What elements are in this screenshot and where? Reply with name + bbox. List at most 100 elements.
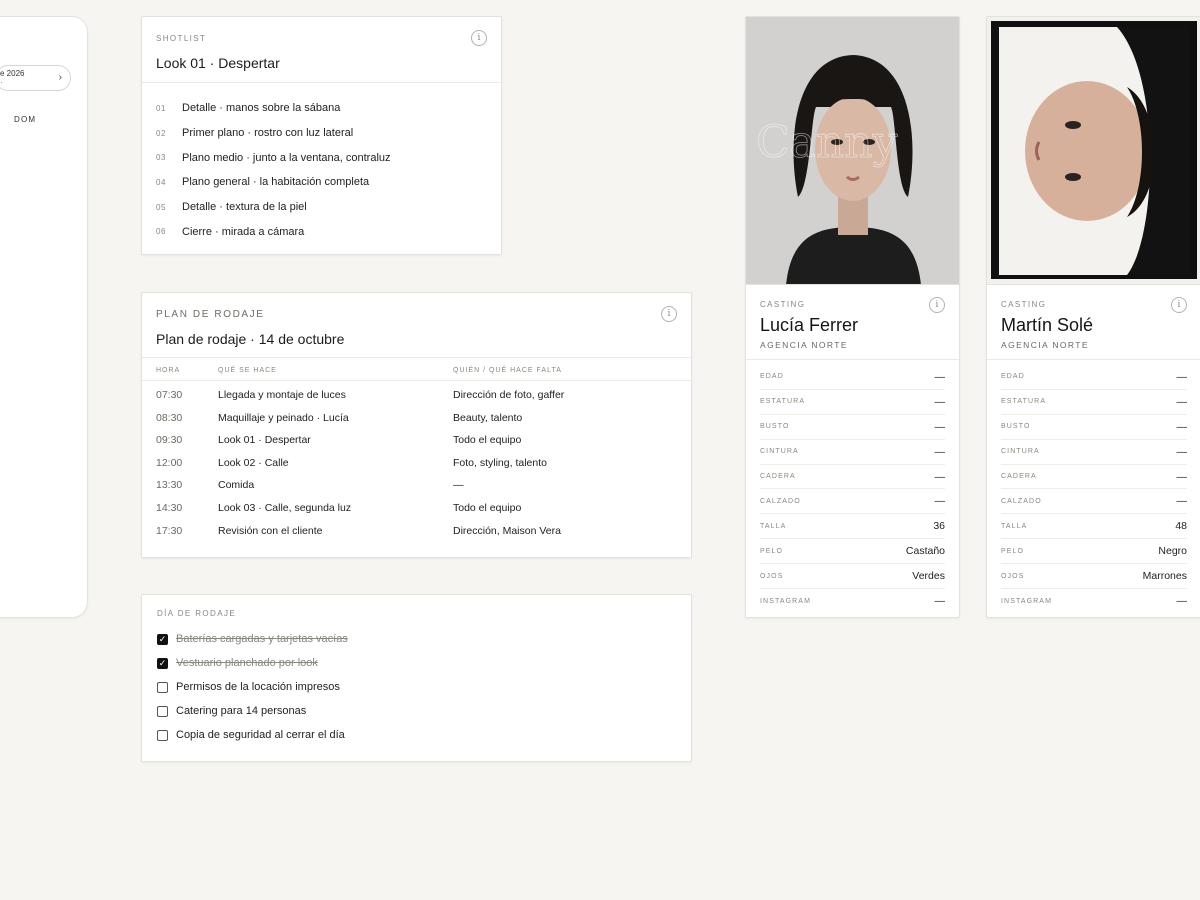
measure-label: OJOS	[760, 572, 784, 580]
measure-value[interactable]: —	[935, 495, 946, 507]
info-icon[interactable]: i	[471, 30, 487, 46]
measure-value[interactable]: —	[935, 471, 946, 483]
checkbox[interactable]	[157, 729, 168, 741]
checklist-item[interactable]: ✓ Baterías cargadas y tarjetas vacías	[157, 627, 348, 651]
checkbox-checked[interactable]: ✓	[157, 657, 168, 669]
shot-item[interactable]: 01 Detalle · manos sobre la sábana	[156, 96, 391, 121]
table-row[interactable]: 08:30 Maquillaje y peinado · Lucía Beauty,…	[142, 408, 691, 431]
shot-item[interactable]: 02 Primer plano · rostro con luz lateral	[156, 121, 391, 146]
shot-text: Primer plano · rostro con luz lateral	[182, 127, 354, 140]
checklist-item[interactable]: Copia de seguridad al cerrar el día	[157, 723, 348, 747]
info-icon[interactable]: i	[661, 306, 677, 322]
measure-row: OJOS Marrones	[1001, 564, 1187, 590]
measure-label: OJOS	[1001, 572, 1025, 580]
table-row[interactable]: 07:30 Llegada y montaje de luces Dirección…	[142, 385, 691, 408]
measure-value[interactable]: —	[935, 446, 946, 458]
weekday-label: DOM	[14, 115, 37, 124]
measure-value[interactable]: —	[1177, 471, 1188, 483]
measure-value[interactable]: —	[935, 371, 946, 383]
column-header-time: HORA	[156, 367, 181, 374]
measure-value[interactable]: 36	[933, 520, 945, 532]
measure-row: PELO Castaño	[760, 539, 945, 565]
row-what: Look 02 · Calle	[218, 456, 289, 469]
checklist-eyebrow: DÍA DE RODAJE	[157, 609, 237, 618]
measure-value[interactable]: Marrones	[1143, 570, 1187, 582]
shot-number: 02	[156, 128, 166, 138]
talent-agency: AGENCIA NORTE	[1001, 340, 1089, 350]
column-header-what: QUÉ SE HACE	[218, 367, 277, 374]
measure-label: CINTURA	[760, 448, 799, 456]
shot-list: 01 Detalle · manos sobre la sábana 02 Prim…	[156, 96, 391, 244]
month-sub-label: ·	[0, 78, 3, 87]
measure-label: BUSTO	[1001, 423, 1031, 431]
measure-row: CADERA —	[760, 465, 945, 490]
talent-name: Lucía Ferrer	[760, 315, 859, 335]
casting-card-martin[interactable]: CASTING i Martín Solé AGENCIA NORTE EDAD…	[986, 16, 1200, 618]
portrait-photo	[987, 17, 1200, 285]
measure-value[interactable]: —	[1177, 446, 1188, 458]
divider	[142, 357, 691, 358]
measure-label: BUSTO	[760, 423, 790, 431]
table-row[interactable]: 09:30 Look 01 · Despertar Todo el equipo	[142, 430, 691, 453]
shot-text: Detalle · textura de la piel	[182, 201, 307, 214]
row-time: 07:30	[156, 389, 183, 401]
checklist-item-label: Vestuario planchado por look	[176, 657, 318, 669]
measure-row: INSTAGRAM —	[760, 589, 945, 614]
measure-label: CINTURA	[1001, 448, 1040, 456]
shot-item[interactable]: 04 Plano general · la habitación completa	[156, 170, 391, 195]
checklist: ✓ Baterías cargadas y tarjetas vacías ✓ Ve…	[157, 627, 348, 747]
talent-name: Martín Solé	[1001, 315, 1094, 335]
measure-value[interactable]: —	[1177, 421, 1188, 433]
measure-label: EDAD	[760, 373, 784, 381]
measure-value[interactable]: —	[1177, 495, 1188, 507]
measure-value[interactable]: —	[1177, 371, 1188, 383]
table-row[interactable]: 12:00 Look 02 · Calle Foto, styling, talen…	[142, 453, 691, 476]
shotlist-eyebrow: SHOTLIST	[156, 34, 207, 43]
checklist-item[interactable]: Permisos de la locación impresos	[157, 675, 348, 699]
casting-card-lucia[interactable]: Canny CASTING i Lucía Ferrer AGENCIA NOR…	[745, 16, 960, 618]
divider	[142, 380, 691, 381]
row-what: Look 03 · Calle, segunda luz	[218, 501, 352, 514]
row-what: Revisión con el cliente	[218, 524, 323, 537]
talent-agency: AGENCIA NORTE	[760, 340, 848, 350]
measure-row: BUSTO —	[760, 415, 945, 440]
measure-value[interactable]: Verdes	[912, 570, 945, 582]
divider	[142, 82, 501, 83]
measure-value[interactable]: —	[935, 421, 946, 433]
measure-value[interactable]: —	[1177, 396, 1188, 408]
info-icon[interactable]: i	[929, 297, 945, 313]
measurements-list: EDAD — ESTATURA — BUSTO — CINTURA — CADERA — …	[1001, 365, 1187, 614]
month-selector[interactable]: e 2026 · ›	[0, 65, 71, 91]
table-row[interactable]: 17:30 Revisión con el cliente Dirección, M…	[142, 521, 691, 544]
measure-value[interactable]: —	[935, 595, 946, 607]
shot-item[interactable]: 06 Cierre · mirada a cámara	[156, 219, 391, 244]
measure-value[interactable]: 48	[1175, 520, 1187, 532]
row-time: 13:30	[156, 479, 183, 492]
table-row[interactable]: 13:30 Comida —	[142, 475, 691, 498]
checkbox[interactable]	[157, 705, 168, 717]
measure-row: PELO Negro	[1001, 539, 1187, 565]
measure-value[interactable]: Castaño	[906, 545, 945, 557]
shot-item[interactable]: 03 Plano medio · junto a la ventana, cont…	[156, 145, 391, 170]
table-row[interactable]: 14:30 Look 03 · Calle, segunda luz Todo el…	[142, 498, 691, 521]
info-icon[interactable]: i	[1171, 297, 1187, 313]
casting-eyebrow: CASTING	[760, 300, 806, 309]
measure-value[interactable]: —	[935, 396, 946, 408]
measure-value[interactable]: Negro	[1158, 545, 1187, 557]
checklist-item[interactable]: ✓ Vestuario planchado por look	[157, 651, 348, 675]
checkbox[interactable]	[157, 681, 168, 693]
portrait-photo: Canny	[746, 17, 959, 285]
shot-item[interactable]: 05 Detalle · textura de la piel	[156, 195, 391, 220]
row-who: —	[453, 479, 464, 492]
measure-label: INSTAGRAM	[760, 597, 811, 605]
checkbox-checked[interactable]: ✓	[157, 633, 168, 645]
checklist-item[interactable]: Catering para 14 personas	[157, 699, 348, 723]
row-who: Dirección de foto, gaffer	[453, 389, 565, 401]
measure-label: ESTATURA	[1001, 398, 1047, 406]
chevron-right-icon[interactable]: ›	[59, 72, 62, 83]
shot-number: 06	[156, 227, 166, 237]
measure-row: ESTATURA —	[1001, 390, 1187, 415]
measure-value[interactable]: —	[1177, 595, 1188, 607]
measure-label: CALZADO	[760, 497, 801, 505]
checklist-item-label: Copia de seguridad al cerrar el día	[176, 729, 345, 741]
